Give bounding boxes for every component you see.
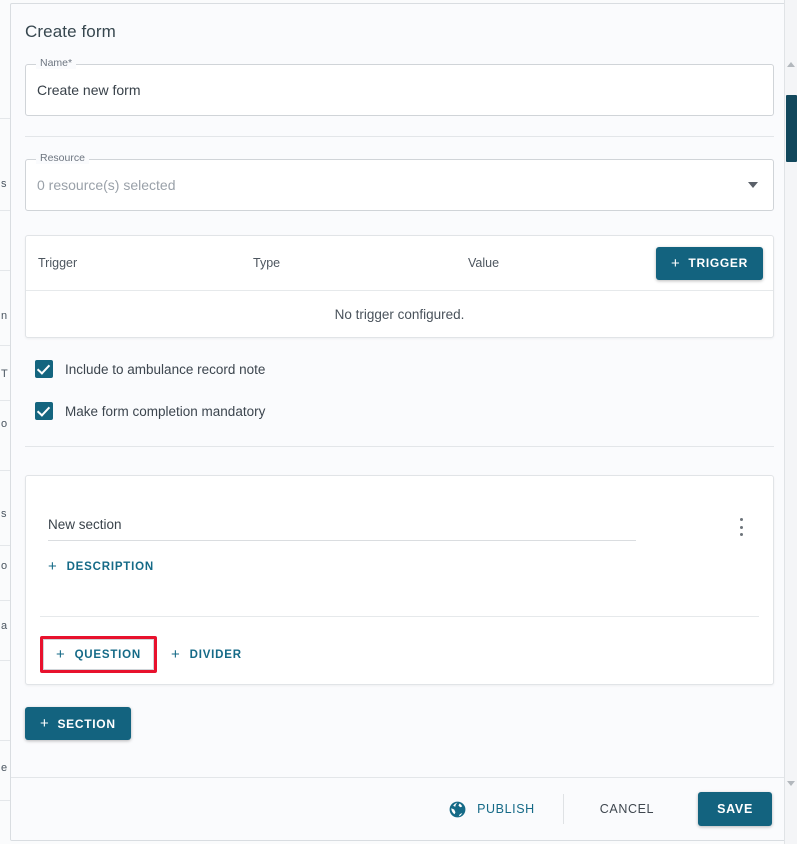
globe-icon bbox=[448, 800, 467, 819]
scroll-down-icon[interactable] bbox=[787, 781, 795, 786]
page-title: Create form bbox=[25, 22, 116, 41]
publish-label: PUBLISH bbox=[477, 802, 535, 816]
form-content: Name* Resource 0 resource(s) selected Tr… bbox=[11, 57, 786, 740]
add-trigger-label: TRIGGER bbox=[688, 256, 748, 270]
trigger-table-header: Trigger Type Value + TRIGGER bbox=[26, 236, 773, 290]
name-input[interactable] bbox=[37, 64, 712, 116]
option-row-include-note[interactable]: Include to ambulance record note bbox=[25, 360, 774, 378]
more-vertical-icon[interactable] bbox=[731, 516, 751, 538]
resource-select-value[interactable]: 0 resource(s) selected bbox=[37, 159, 711, 211]
divider-after-name bbox=[25, 136, 774, 137]
add-trigger-button[interactable]: + TRIGGER bbox=[655, 246, 763, 280]
scrollbar-thumb[interactable] bbox=[786, 95, 797, 162]
background-text-fragment: s bbox=[1, 178, 7, 190]
publish-button[interactable]: PUBLISH bbox=[434, 792, 549, 827]
option-row-mandatory[interactable]: Make form completion mandatory bbox=[25, 402, 774, 420]
scroll-up-icon[interactable] bbox=[787, 62, 795, 67]
name-field-label: Name* bbox=[36, 57, 77, 69]
add-question-button[interactable]: + QUESTION bbox=[43, 639, 155, 670]
add-section-wrapper: + SECTION bbox=[25, 707, 774, 740]
dialog-footer: PUBLISH CANCEL SAVE bbox=[11, 777, 786, 840]
cancel-button[interactable]: CANCEL bbox=[584, 794, 670, 824]
add-section-label: SECTION bbox=[57, 716, 116, 731]
plus-icon: + bbox=[670, 254, 681, 272]
background-text-fragment: o bbox=[1, 560, 8, 572]
trigger-table-card: Trigger Type Value + TRIGGER No trigger … bbox=[25, 235, 774, 338]
column-header-trigger: Trigger bbox=[38, 256, 78, 270]
section-action-row: + QUESTION + DIVIDER bbox=[40, 636, 250, 673]
plus-icon: + bbox=[171, 646, 181, 663]
plus-icon: + bbox=[56, 646, 66, 663]
background-text-fragment: s bbox=[1, 508, 7, 520]
option-label-include-note: Include to ambulance record note bbox=[65, 361, 266, 377]
background-text-fragment: n bbox=[1, 310, 8, 322]
section-name-input[interactable] bbox=[48, 517, 636, 541]
save-button[interactable]: SAVE bbox=[698, 792, 772, 826]
divider-before-sections bbox=[25, 446, 774, 447]
dialog-body: Create form Name* Resource 0 resource(s)… bbox=[11, 4, 786, 779]
chevron-down-icon[interactable] bbox=[748, 182, 758, 188]
resource-field-wrapper[interactable]: Resource 0 resource(s) selected bbox=[25, 152, 774, 211]
footer-divider bbox=[562, 794, 564, 824]
background-text-fragment: o bbox=[1, 418, 8, 430]
section-card: + DESCRIPTION + QUESTION bbox=[25, 475, 774, 685]
add-description-button[interactable]: + DESCRIPTION bbox=[40, 551, 162, 582]
resource-field-label: Resource bbox=[36, 152, 89, 164]
background-text-fragment: T bbox=[1, 368, 8, 380]
checkbox-mandatory[interactable] bbox=[35, 402, 53, 420]
vertical-scrollbar[interactable] bbox=[784, 0, 797, 844]
option-label-mandatory: Make form completion mandatory bbox=[65, 403, 266, 419]
checkbox-include-note[interactable] bbox=[35, 360, 53, 378]
create-form-dialog: Create form Name* Resource 0 resource(s)… bbox=[10, 3, 787, 841]
add-divider-button[interactable]: + DIVIDER bbox=[163, 639, 250, 670]
trigger-empty-message: No trigger configured. bbox=[334, 306, 465, 322]
section-inner-divider bbox=[40, 616, 759, 617]
plus-icon: + bbox=[48, 558, 58, 575]
name-field-wrapper: Name* bbox=[25, 57, 774, 116]
background-text-fragment: e bbox=[1, 762, 8, 774]
section-inner: + DESCRIPTION bbox=[26, 476, 773, 582]
section-name-wrapper bbox=[48, 516, 636, 541]
question-button-highlight: + QUESTION bbox=[40, 636, 158, 673]
column-header-type: Type bbox=[253, 256, 281, 270]
add-question-label: QUESTION bbox=[74, 648, 142, 661]
add-section-button[interactable]: + SECTION bbox=[25, 707, 131, 740]
column-header-value: Value bbox=[468, 256, 500, 270]
add-divider-label: DIVIDER bbox=[189, 648, 242, 661]
plus-icon: + bbox=[40, 715, 50, 732]
add-description-label: DESCRIPTION bbox=[66, 560, 154, 573]
background-text-fragment: a bbox=[1, 620, 8, 632]
